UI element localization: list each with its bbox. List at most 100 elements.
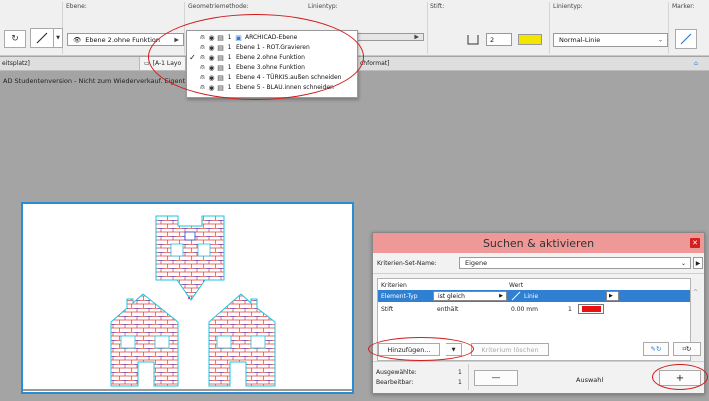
layer-icon: ▤ (217, 43, 224, 52)
linetype-style-select[interactable]: Normal-Linie ⌄ (553, 33, 668, 47)
layer-num: 1 (227, 44, 232, 51)
eye-icon: 👁 (73, 35, 82, 44)
criteria-set-next-button[interactable]: ▶ (693, 257, 703, 269)
lock-icon: ⍝ (200, 73, 205, 81)
rotate-tool-button[interactable]: ↻ (4, 30, 26, 48)
tab-workspace-label: eitsplatz] (2, 60, 30, 67)
drawing-canvas (23, 215, 352, 391)
layer-num: 1 (227, 64, 232, 71)
layer-row[interactable]: ⍝ ◉ ▤ 1 Ebene 1 - ROT.Gravieren (187, 43, 359, 52)
chevron-right-icon: ▶ (499, 293, 503, 299)
layer-num: 1 (227, 54, 232, 61)
eyedropper-icon: ✎↻ (650, 345, 662, 353)
pen-number-field[interactable]: 2 (486, 33, 512, 46)
add-criterion-button[interactable]: Hinzufügen... (378, 343, 440, 356)
tab-layout-label: [A-1 Layo (152, 60, 182, 67)
eye-icon: ◉ (208, 73, 215, 82)
layer-icon: ▤ (217, 83, 224, 92)
remove-criterion-label: Kriterium löschen (481, 345, 539, 354)
layer-name: Ebene 3.ohne Funktion (236, 64, 305, 71)
operator-value: enthält (437, 305, 459, 313)
selected-count: 1 (458, 369, 462, 376)
geometry-method-label: Geometriemethode: (188, 3, 249, 10)
linetype-label: Linientyp: (308, 3, 338, 10)
lock-icon: ⍝ (200, 33, 205, 41)
layer-select-value: Ebene 2.ohne Funktion (85, 35, 161, 44)
operator-value: ist gleich (438, 292, 465, 300)
criteria-row[interactable]: Stift enthält 0.00 mm 1 (378, 303, 690, 315)
criteria-set-label: Kriterien-Set-Name: (377, 260, 437, 267)
editable-label: Bearbeitbar: (376, 379, 414, 386)
house-right (208, 293, 276, 387)
divider (373, 273, 704, 274)
scroll-up-icon[interactable]: ^ (693, 289, 698, 296)
tab-format-label: chformat] (360, 60, 390, 67)
divider (373, 361, 704, 362)
line-tool-button[interactable] (30, 28, 54, 48)
layer-name: ARCHICAD-Ebene (245, 34, 298, 41)
value-select[interactable]: ▶ (606, 291, 619, 301)
eye-icon: ◉ (208, 53, 215, 62)
layer-row[interactable]: ⍝ ◉ ▤ 1 Ebene 4 - TÜRKIS.außen schneiden (187, 73, 359, 82)
pen-number: 1 (568, 305, 572, 313)
chevron-down-icon: ▼ (56, 35, 60, 41)
linetype2-label: Linientyp: (553, 3, 583, 10)
remove-criterion-button[interactable]: Kriterium löschen (471, 343, 549, 356)
layer-name: Ebene 2.ohne Funktion (236, 54, 305, 61)
layout-icon: ▭ (144, 60, 150, 67)
layer-name: Ebene 5 - BLAU.innen schneiden (236, 84, 334, 91)
palette-title-bar[interactable]: Suchen & aktivieren (373, 233, 704, 253)
layer-check: ✓ (189, 53, 196, 62)
separator (468, 364, 469, 390)
layer-icon: ▤ (217, 53, 224, 62)
find-select-palette: Suchen & aktivieren ✕ Kriterien-Set-Name… (372, 232, 705, 394)
navigator-icon[interactable]: ⌂ (694, 57, 698, 70)
pen-color-swatch[interactable] (578, 304, 604, 314)
criteria-set-select[interactable]: Eigene ⌄ (459, 257, 691, 269)
layout-paper (21, 202, 354, 394)
add-criterion-dropdown[interactable]: ▼ (446, 343, 462, 356)
marker-button[interactable] (675, 29, 697, 49)
pen-color-swatch[interactable] (518, 34, 542, 45)
layer-select[interactable]: 👁 Ebene 2.ohne Funktion ▶ (67, 33, 184, 46)
criteria-value: Linie (524, 292, 539, 300)
separator (668, 2, 669, 54)
layer-icon: ▤ (217, 33, 224, 42)
pen-label: Stift: (430, 3, 445, 10)
layer-row[interactable]: ⍝ ◉ ▤ 1 Ebene 3.ohne Funktion (187, 63, 359, 72)
tab-layout[interactable]: ▭ [A-1 Layo (139, 57, 187, 70)
layer-row[interactable]: ✓ ⍝ ◉ ▤ 1 Ebene 2.ohne Funktion (187, 53, 359, 62)
line-tool-dropdown[interactable]: ▼ (54, 28, 63, 48)
criteria-row[interactable]: Element-Typ ist gleich ▶ Linie ▶ (378, 290, 690, 302)
archicad-layer-icon: ▣ (235, 33, 242, 42)
palette-title: Suchen & aktivieren (482, 236, 595, 250)
pen-weight-icon (467, 35, 479, 45)
marker-label: Marker: (672, 3, 695, 10)
tab-format[interactable]: chformat] (360, 57, 389, 70)
marquee-icon: ⌑↻ (682, 345, 692, 353)
layer-icon: ▤ (217, 73, 224, 82)
criteria-value: 0.00 mm (511, 305, 538, 313)
criteria-set-value: Eigene (465, 259, 488, 267)
inject-button[interactable]: ⌑↻ (673, 342, 701, 356)
eyedropper-button[interactable]: ✎↻ (643, 342, 669, 356)
close-icon[interactable]: ✕ (690, 238, 700, 248)
select-button[interactable]: + (659, 370, 701, 386)
eye-icon: ◉ (208, 43, 215, 52)
layer-row[interactable]: ⍝ ◉ ▤ 1 Ebene 5 - BLAU.innen schneiden (187, 83, 359, 92)
layer-icon: ▤ (217, 63, 224, 72)
layer-num: 1 (227, 34, 232, 41)
eye-icon: ◉ (208, 63, 215, 72)
layer-name: Ebene 1 - ROT.Gravieren (236, 44, 310, 51)
layer-row[interactable]: ⍝ ◉ ▤ 1 ▣ ARCHICAD-Ebene (187, 33, 359, 42)
chevron-right-icon: ▶ (695, 259, 701, 267)
separator (184, 2, 185, 54)
pen-number-value: 2 (490, 35, 495, 44)
criteria-name: Stift (381, 305, 394, 313)
layer-group-label: Ebene: (66, 3, 87, 10)
deselect-button[interactable]: — (474, 370, 518, 386)
lock-icon: ⍝ (200, 53, 205, 61)
operator-select[interactable]: ist gleich ▶ (433, 291, 507, 301)
separator (549, 2, 550, 54)
tab-workspace[interactable]: eitsplatz] (2, 57, 30, 70)
